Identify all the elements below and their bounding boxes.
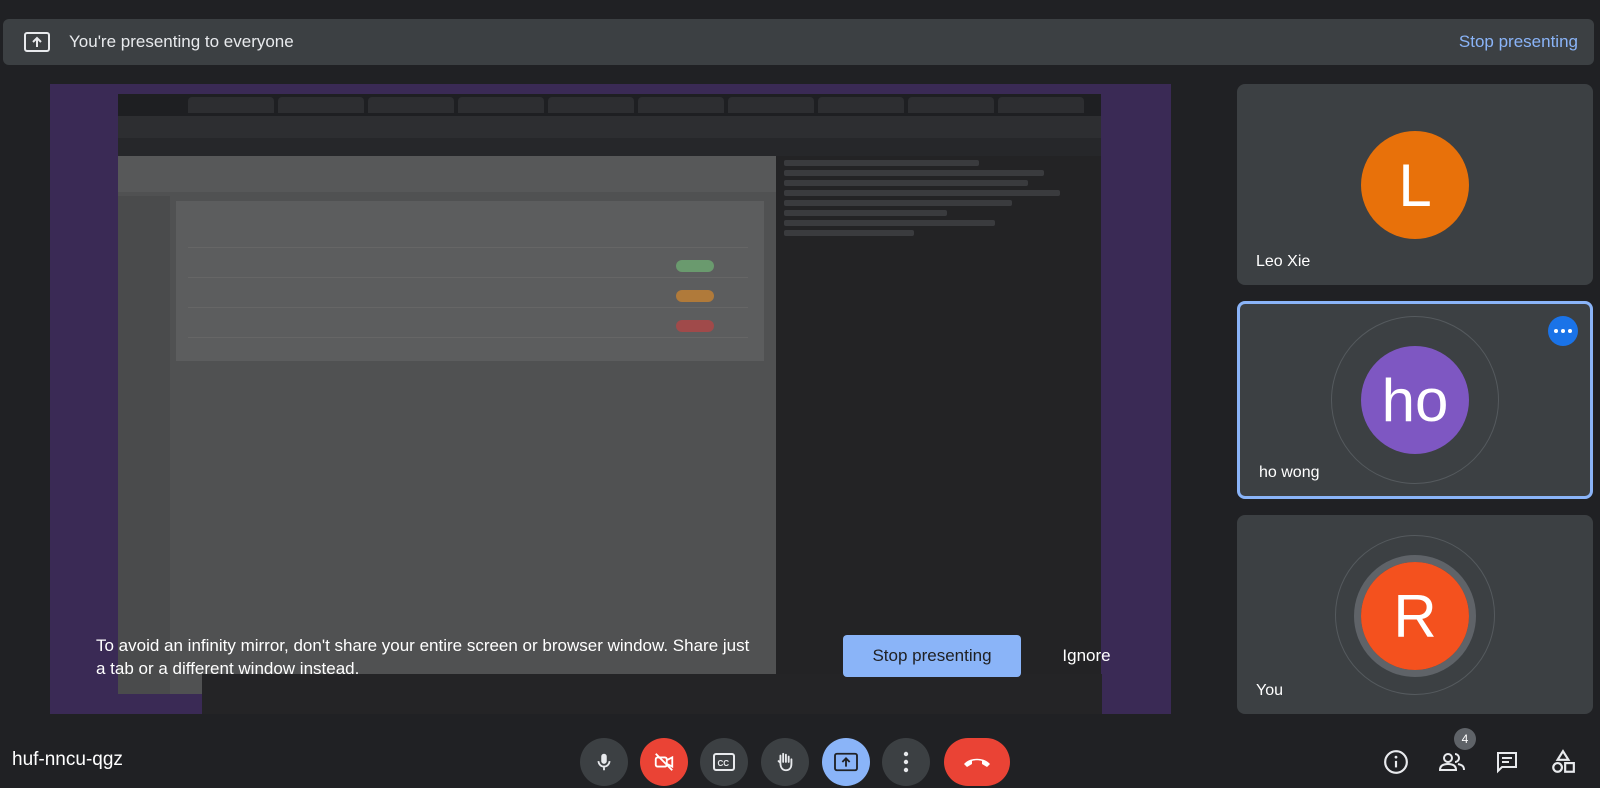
chat-icon bbox=[1497, 752, 1517, 774]
code-line bbox=[784, 230, 914, 236]
avatar: ho bbox=[1361, 346, 1469, 454]
people-count-badge: 4 bbox=[1454, 728, 1476, 750]
browser-tab bbox=[638, 97, 724, 113]
participant-more-options-button[interactable] bbox=[1548, 316, 1578, 346]
presentation-stage bbox=[50, 84, 1171, 714]
captions-button[interactable]: CC bbox=[700, 738, 748, 786]
participant-name: You bbox=[1256, 682, 1283, 699]
participant-tile-ho-wong[interactable]: ho ho wong bbox=[1237, 301, 1593, 499]
shared-app-sidebar bbox=[118, 196, 170, 694]
shared-address-bar bbox=[118, 116, 1101, 138]
avatar: L bbox=[1361, 131, 1469, 239]
shared-status-pill bbox=[676, 290, 714, 302]
meeting-info-button[interactable] bbox=[1378, 744, 1414, 780]
avatar: R bbox=[1361, 562, 1469, 670]
participant-tile-you[interactable]: R You bbox=[1237, 515, 1593, 714]
code-line bbox=[784, 210, 947, 216]
browser-tab bbox=[908, 97, 994, 113]
participant-tile-leo-xie[interactable]: L Leo Xie bbox=[1237, 84, 1593, 285]
shared-status-pill bbox=[676, 320, 714, 332]
present-to-all-icon bbox=[23, 30, 51, 54]
shared-bookmarks-bar bbox=[118, 138, 1101, 156]
browser-tab bbox=[818, 97, 904, 113]
code-line bbox=[784, 170, 1044, 176]
presenting-banner: You're presenting to everyone Stop prese… bbox=[3, 19, 1594, 65]
participant-name: Leo Xie bbox=[1256, 253, 1311, 270]
browser-tab bbox=[998, 97, 1084, 113]
ignore-button[interactable]: Ignore bbox=[1044, 635, 1129, 677]
mic-icon bbox=[597, 753, 611, 771]
present-icon bbox=[834, 752, 858, 772]
code-line bbox=[784, 190, 1061, 196]
more-options-icon bbox=[903, 751, 909, 773]
browser-tab bbox=[368, 97, 454, 113]
camera-off-icon bbox=[654, 753, 674, 771]
activities-button[interactable] bbox=[1545, 744, 1581, 780]
shared-table-row bbox=[188, 256, 748, 278]
microphone-button[interactable] bbox=[580, 738, 628, 786]
more-options-button[interactable] bbox=[882, 738, 930, 786]
captions-icon: CC bbox=[713, 753, 735, 771]
code-line bbox=[784, 200, 1012, 206]
code-line bbox=[784, 220, 996, 226]
hang-up-icon bbox=[964, 758, 990, 767]
shared-table-row bbox=[188, 316, 748, 338]
shared-screen-preview bbox=[118, 94, 1101, 694]
activities-icon bbox=[1552, 749, 1575, 773]
stop-presenting-button[interactable]: Stop presenting bbox=[843, 635, 1021, 677]
browser-tab bbox=[728, 97, 814, 113]
browser-tab bbox=[548, 97, 634, 113]
shared-app-header bbox=[118, 156, 776, 192]
raise-hand-button[interactable] bbox=[761, 738, 809, 786]
shared-app-view bbox=[118, 156, 776, 694]
participant-name: ho wong bbox=[1259, 464, 1320, 481]
svg-text:CC: CC bbox=[718, 759, 730, 768]
shared-table-row bbox=[188, 226, 748, 248]
browser-tab bbox=[458, 97, 544, 113]
people-icon bbox=[1438, 753, 1465, 771]
browser-tab bbox=[188, 97, 274, 113]
presenting-status-text: You're presenting to everyone bbox=[69, 32, 294, 51]
raise-hand-icon bbox=[777, 752, 793, 772]
leave-call-button[interactable] bbox=[944, 738, 1010, 786]
info-icon bbox=[1384, 750, 1408, 774]
browser-tab bbox=[278, 97, 364, 113]
stop-presenting-link[interactable]: Stop presenting bbox=[1459, 32, 1578, 52]
camera-toggle-button[interactable] bbox=[640, 738, 688, 786]
code-line bbox=[784, 160, 979, 166]
present-now-button[interactable] bbox=[822, 738, 870, 786]
meeting-code: huf-nncu-qgz bbox=[12, 749, 123, 770]
shared-devtools-panel bbox=[776, 156, 1101, 694]
chat-button[interactable] bbox=[1489, 744, 1525, 780]
shared-editor-strip bbox=[202, 674, 1102, 714]
shared-browser-tabbar bbox=[118, 94, 1101, 116]
shared-table-row bbox=[188, 286, 748, 308]
shared-status-pill bbox=[676, 260, 714, 272]
infinity-mirror-warning: To avoid an infinity mirror, don't share… bbox=[96, 636, 750, 678]
code-line bbox=[784, 180, 1028, 186]
